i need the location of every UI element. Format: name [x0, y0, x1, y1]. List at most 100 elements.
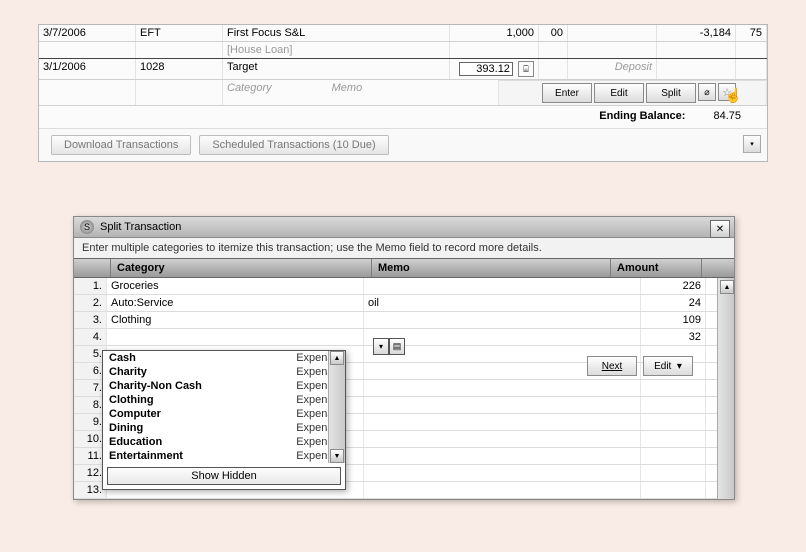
enter-button[interactable]: Enter	[542, 83, 592, 103]
flag-icon[interactable]: ☆	[718, 83, 736, 101]
debit-cents-cell: 00	[539, 25, 568, 41]
amount-cell[interactable]: 226	[641, 278, 706, 294]
attachment-icon[interactable]: ⌀	[698, 83, 716, 101]
memo-cell[interactable]	[364, 431, 641, 447]
memo-cell[interactable]	[364, 414, 641, 430]
amount-cell[interactable]	[641, 465, 706, 481]
show-hidden-button[interactable]: Show Hidden	[107, 467, 341, 485]
ending-balance-label: Ending Balance:	[599, 110, 685, 122]
category-name: Entertainment	[109, 450, 183, 462]
amount-cell[interactable]: 32	[641, 329, 706, 345]
category-dropdown[interactable]: CashExpenseCharityExpenseCharity-Non Cas…	[102, 350, 346, 490]
debit-input-cell[interactable]: ⌸	[450, 59, 539, 79]
category-cell[interactable]: Clothing	[107, 312, 364, 328]
deposit-placeholder[interactable]: Deposit	[568, 59, 657, 79]
category-option[interactable]: DiningExpense	[103, 421, 345, 435]
memo-cell[interactable]	[364, 329, 641, 345]
category-name: Charity-Non Cash	[109, 380, 202, 392]
category-cell[interactable]: Groceries	[107, 278, 364, 294]
split-grid-header: Category Memo Amount	[74, 258, 734, 278]
register-button-bar: Enter Edit Split ⌀ ☆ ☝	[499, 80, 766, 105]
category-cell: [House Loan]	[223, 42, 450, 58]
register-row-sub: [House Loan]	[39, 42, 767, 58]
amount-input[interactable]	[459, 62, 513, 76]
category-name: Cash	[109, 352, 136, 364]
amount-cell[interactable]	[641, 431, 706, 447]
category-cell[interactable]: Auto:Service	[107, 295, 364, 311]
category-name: Dining	[109, 422, 143, 434]
memo-cell[interactable]	[364, 380, 641, 396]
edit-button[interactable]: Edit	[594, 83, 644, 103]
category-name: Charity	[109, 366, 147, 378]
register-row[interactable]: 3/7/2006 EFT First Focus S&L 1,000 00 -3…	[39, 25, 767, 42]
memo-cell[interactable]	[364, 465, 641, 481]
category-dropdown-arrow-icon[interactable]: ▾	[373, 338, 389, 355]
balance-cents-cell: 75	[736, 25, 767, 41]
num-cell[interactable]: 1028	[136, 59, 223, 79]
category-list[interactable]: CashExpenseCharityExpenseCharity-Non Cas…	[103, 351, 345, 463]
dropdown-scrollbar[interactable]: ▲ ▼	[328, 351, 345, 463]
memo-cell[interactable]	[364, 397, 641, 413]
col-memo[interactable]: Memo	[372, 259, 611, 277]
transaction-register: 3/7/2006 EFT First Focus S&L 1,000 00 -3…	[38, 24, 768, 162]
close-icon[interactable]: ✕	[710, 220, 730, 238]
amount-cell[interactable]	[641, 414, 706, 430]
register-footer: Download Transactions Scheduled Transact…	[39, 128, 767, 161]
download-transactions-button[interactable]: Download Transactions	[51, 135, 191, 155]
amount-cell[interactable]: 109	[641, 312, 706, 328]
next-button[interactable]: Next	[587, 356, 637, 376]
ending-balance-row: Ending Balance: 84.75	[39, 106, 767, 128]
date-cell[interactable]: 3/1/2006	[39, 59, 136, 79]
amount-cell[interactable]	[641, 482, 706, 498]
category-cell[interactable]	[107, 329, 364, 345]
amount-cell[interactable]	[641, 380, 706, 396]
memo-placeholder[interactable]: Memo	[332, 82, 363, 103]
register-row-active[interactable]: 3/1/2006 1028 Target ⌸ Deposit	[39, 58, 767, 80]
memo-cell[interactable]	[364, 448, 641, 464]
register-row-sub-active: Category Memo Enter Edit Split ⌀ ☆ ☝	[39, 80, 767, 106]
amount-cell[interactable]	[641, 397, 706, 413]
memo-cell[interactable]: oil	[364, 295, 641, 311]
row-number: 4.	[74, 329, 107, 345]
dialog-titlebar[interactable]: S Split Transaction ✕	[74, 217, 734, 238]
category-option[interactable]: EducationExpense	[103, 435, 345, 449]
split-row[interactable]: 3.Clothing10962	[74, 312, 734, 329]
category-option[interactable]: EntertainmentExpense	[103, 449, 345, 463]
amount-cell[interactable]	[641, 448, 706, 464]
scroll-up-icon[interactable]: ▲	[330, 351, 344, 365]
payee-cell[interactable]: Target	[223, 59, 450, 79]
row-number: 3.	[74, 312, 107, 328]
category-option[interactable]: ComputerExpense	[103, 407, 345, 421]
memo-cell[interactable]	[364, 312, 641, 328]
balance-cell: -3,184	[657, 25, 736, 41]
scheduled-transactions-button[interactable]: Scheduled Transactions (10 Due)	[199, 135, 388, 155]
row-number: 1.	[74, 278, 107, 294]
row-number: 2.	[74, 295, 107, 311]
category-input[interactable]	[111, 331, 359, 343]
memo-cell[interactable]	[364, 482, 641, 498]
col-amount[interactable]: Amount	[611, 259, 702, 277]
num-cell: EFT	[136, 25, 223, 41]
calculator-icon[interactable]: ⌸	[518, 61, 534, 77]
split-button[interactable]: Split	[646, 83, 696, 103]
amount-cell[interactable]: 24	[641, 295, 706, 311]
expand-icon[interactable]: ▾	[743, 135, 761, 153]
scroll-up-icon[interactable]: ▲	[720, 280, 734, 294]
col-category[interactable]: Category	[111, 259, 372, 277]
category-option[interactable]: Charity-Non CashExpense	[103, 379, 345, 393]
category-name: Computer	[109, 408, 161, 420]
scroll-down-icon[interactable]: ▼	[330, 449, 344, 463]
category-name: Education	[109, 436, 162, 448]
category-option[interactable]: ClothingExpense	[103, 393, 345, 407]
dialog-hint: Enter multiple categories to itemize thi…	[74, 238, 734, 258]
vertical-scrollbar[interactable]: ▲	[717, 278, 734, 499]
credit-cell	[568, 25, 657, 41]
category-option[interactable]: CharityExpense	[103, 365, 345, 379]
category-assign-icon[interactable]: ▤	[389, 338, 405, 355]
category-option[interactable]: CashExpense	[103, 351, 345, 365]
edit-split-button[interactable]: Edit ▾	[643, 356, 693, 376]
memo-cell[interactable]	[364, 278, 641, 294]
split-row[interactable]: 2.Auto:Serviceoil2495	[74, 295, 734, 312]
split-row[interactable]: 1.Groceries22633	[74, 278, 734, 295]
category-placeholder[interactable]: Category	[227, 82, 272, 103]
